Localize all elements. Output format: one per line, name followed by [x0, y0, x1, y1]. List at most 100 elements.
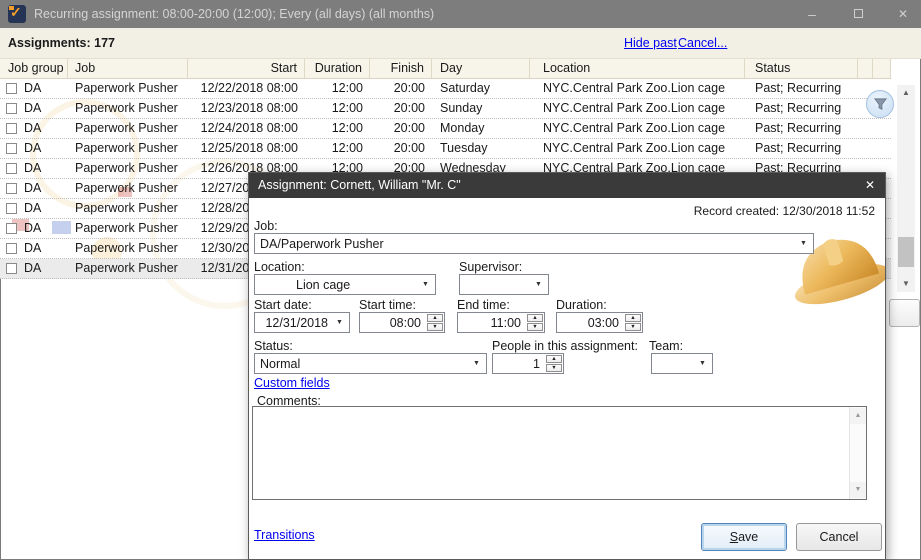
row-filler — [858, 119, 873, 138]
close-icon: ✕ — [897, 7, 909, 21]
supervisor-label: Supervisor: — [459, 260, 523, 274]
start-date-picker[interactable]: 12/31/2018 ▼ — [254, 312, 350, 333]
comments-scroll-down-icon[interactable]: ▼ — [850, 482, 866, 498]
duration-label: Duration: — [556, 298, 607, 312]
table-row[interactable]: DA Paperwork Pusher 12/24/2018 08:00 12:… — [0, 119, 891, 139]
row-checkbox[interactable] — [6, 243, 17, 254]
custom-fields-link[interactable]: Custom fields — [254, 376, 330, 390]
row-checkbox[interactable] — [6, 83, 17, 94]
cancel-button[interactable]: Cancel — [796, 523, 882, 551]
location-value: Lion cage — [296, 278, 351, 292]
spin-down-icon[interactable]: ▼ — [527, 323, 543, 331]
column-finish[interactable]: Finish — [370, 59, 432, 78]
start-time-spinner[interactable]: 08:00 ▲ ▼ — [359, 312, 445, 333]
people-spinner[interactable]: 1 ▲ ▼ — [492, 353, 564, 374]
supervisor-combobox[interactable]: ▼ — [459, 274, 549, 295]
row-job-cell: Paperwork Pusher — [75, 181, 178, 195]
row-checkbox[interactable] — [6, 203, 17, 214]
row-status-cell: Past; Recurring — [755, 81, 842, 95]
row-day-cell: Tuesday — [440, 141, 488, 155]
scroll-down-button[interactable]: ▼ — [897, 276, 915, 292]
row-checkbox[interactable] — [6, 183, 17, 194]
filter-button[interactable] — [866, 90, 894, 118]
spin-down-icon[interactable]: ▼ — [427, 323, 443, 331]
combo-arrow-icon: ▼ — [422, 281, 429, 288]
spin-down-icon[interactable]: ▼ — [546, 364, 562, 372]
column-day[interactable]: Day — [432, 59, 530, 78]
row-job-cell: Paperwork Pusher — [75, 201, 178, 215]
close-button[interactable]: ✕ — [886, 0, 920, 28]
row-duration-cell: 12:00 — [331, 101, 363, 115]
table-row[interactable]: DA Paperwork Pusher 12/22/2018 08:00 12:… — [0, 79, 891, 99]
spin-up-icon[interactable]: ▲ — [625, 314, 641, 322]
spin-up-icon[interactable]: ▲ — [546, 355, 562, 363]
table-row[interactable]: DA Paperwork Pusher 12/25/2018 08:00 12:… — [0, 139, 891, 159]
location-combobox[interactable]: Lion cage ▼ — [254, 274, 436, 295]
column-status[interactable]: Status — [745, 59, 858, 78]
window-title: Recurring assignment: 08:00-20:00 (12:00… — [34, 7, 435, 21]
comments-scrollbar[interactable]: ▲ ▼ — [849, 407, 866, 499]
column-duration[interactable]: Duration — [305, 59, 370, 78]
transitions-link[interactable]: Transitions — [254, 528, 315, 542]
row-checkbox[interactable] — [6, 163, 17, 174]
row-jobgroup-value: DA — [24, 81, 42, 95]
job-combobox[interactable]: DA/Paperwork Pusher ▼ — [254, 233, 814, 254]
status-value: Normal — [260, 357, 301, 371]
row-finish-cell: 20:00 — [393, 141, 425, 155]
app-icon: ✓ — [8, 4, 26, 23]
comments-textarea[interactable]: ▲ ▼ — [252, 406, 867, 500]
maximize-button[interactable] — [841, 0, 875, 28]
end-time-spinner[interactable]: 11:00 ▲ ▼ — [457, 312, 545, 333]
dialog-body: Record created: 12/30/2018 11:52 Job: DA… — [249, 198, 885, 559]
row-checkbox[interactable] — [6, 143, 17, 154]
save-button[interactable]: Save — [701, 523, 787, 551]
row-checkbox[interactable] — [6, 223, 17, 234]
row-day-cell: Saturday — [440, 81, 491, 95]
scroll-thumb[interactable] — [898, 237, 914, 267]
row-jobgroup-cell: DA — [0, 139, 68, 158]
row-location-cell: NYC.Central Park Zoo.Lion cage — [543, 101, 726, 115]
team-combobox[interactable]: ▼ — [651, 353, 713, 374]
combo-arrow-icon: ▼ — [535, 281, 542, 288]
row-start-cell: 12/24/2018 08:00 — [200, 121, 298, 135]
row-jobgroup-value: DA — [24, 101, 42, 115]
cancel-assignments-link[interactable]: Cancel... — [678, 28, 727, 59]
row-job-cell: Paperwork Pusher — [75, 141, 178, 155]
row-jobgroup-value: DA — [24, 121, 42, 135]
row-jobgroup-value: DA — [24, 201, 42, 215]
column-job-group[interactable]: Job group — [0, 59, 68, 78]
scroll-up-button[interactable]: ▲ — [897, 85, 915, 101]
minimize-button[interactable]: – — [795, 0, 829, 28]
row-jobgroup-cell: DA — [0, 219, 68, 238]
row-start-cell: 12/25/2018 08:00 — [200, 141, 298, 155]
spin-down-icon[interactable]: ▼ — [625, 323, 641, 331]
row-jobgroup-cell: DA — [0, 119, 68, 138]
row-checkbox[interactable] — [6, 263, 17, 274]
row-finish-cell: 20:00 — [393, 101, 425, 115]
row-checkbox[interactable] — [6, 123, 17, 134]
row-jobgroup-value: DA — [24, 161, 42, 175]
comments-scroll-up-icon[interactable]: ▲ — [850, 408, 866, 424]
row-checkbox[interactable] — [6, 103, 17, 114]
spin-up-icon[interactable]: ▲ — [527, 314, 543, 322]
column-start[interactable]: Start — [188, 59, 305, 78]
status-combobox[interactable]: Normal ▼ — [254, 353, 487, 374]
row-location-cell: NYC.Central Park Zoo.Lion cage — [543, 121, 726, 135]
hide-past-link[interactable]: Hide past — [624, 28, 677, 59]
column-location[interactable]: Location — [530, 59, 745, 78]
dialog-close-button[interactable]: ✕ — [855, 173, 885, 198]
row-job-cell: Paperwork Pusher — [75, 221, 178, 235]
combo-arrow-icon: ▼ — [699, 360, 706, 367]
table-scrollbar[interactable]: ▲ ▼ — [897, 85, 915, 292]
start-time-value: 08:00 — [389, 316, 421, 330]
spin-up-icon[interactable]: ▲ — [427, 314, 443, 322]
duration-spinner[interactable]: 03:00 ▲ ▼ — [556, 312, 643, 333]
table-header: Job group Job Start Duration Finish Day … — [0, 59, 891, 79]
column-job[interactable]: Job — [68, 59, 188, 78]
obscured-background-button[interactable] — [889, 299, 920, 327]
table-row[interactable]: DA Paperwork Pusher 12/23/2018 08:00 12:… — [0, 99, 891, 119]
row-job-cell: Paperwork Pusher — [75, 241, 178, 255]
assignments-toolbar: Assignments: 177 Hide past Cancel... — [0, 28, 921, 59]
app-window: ✓ Recurring assignment: 08:00-20:00 (12:… — [0, 0, 921, 560]
row-jobgroup-cell: DA — [0, 239, 68, 258]
